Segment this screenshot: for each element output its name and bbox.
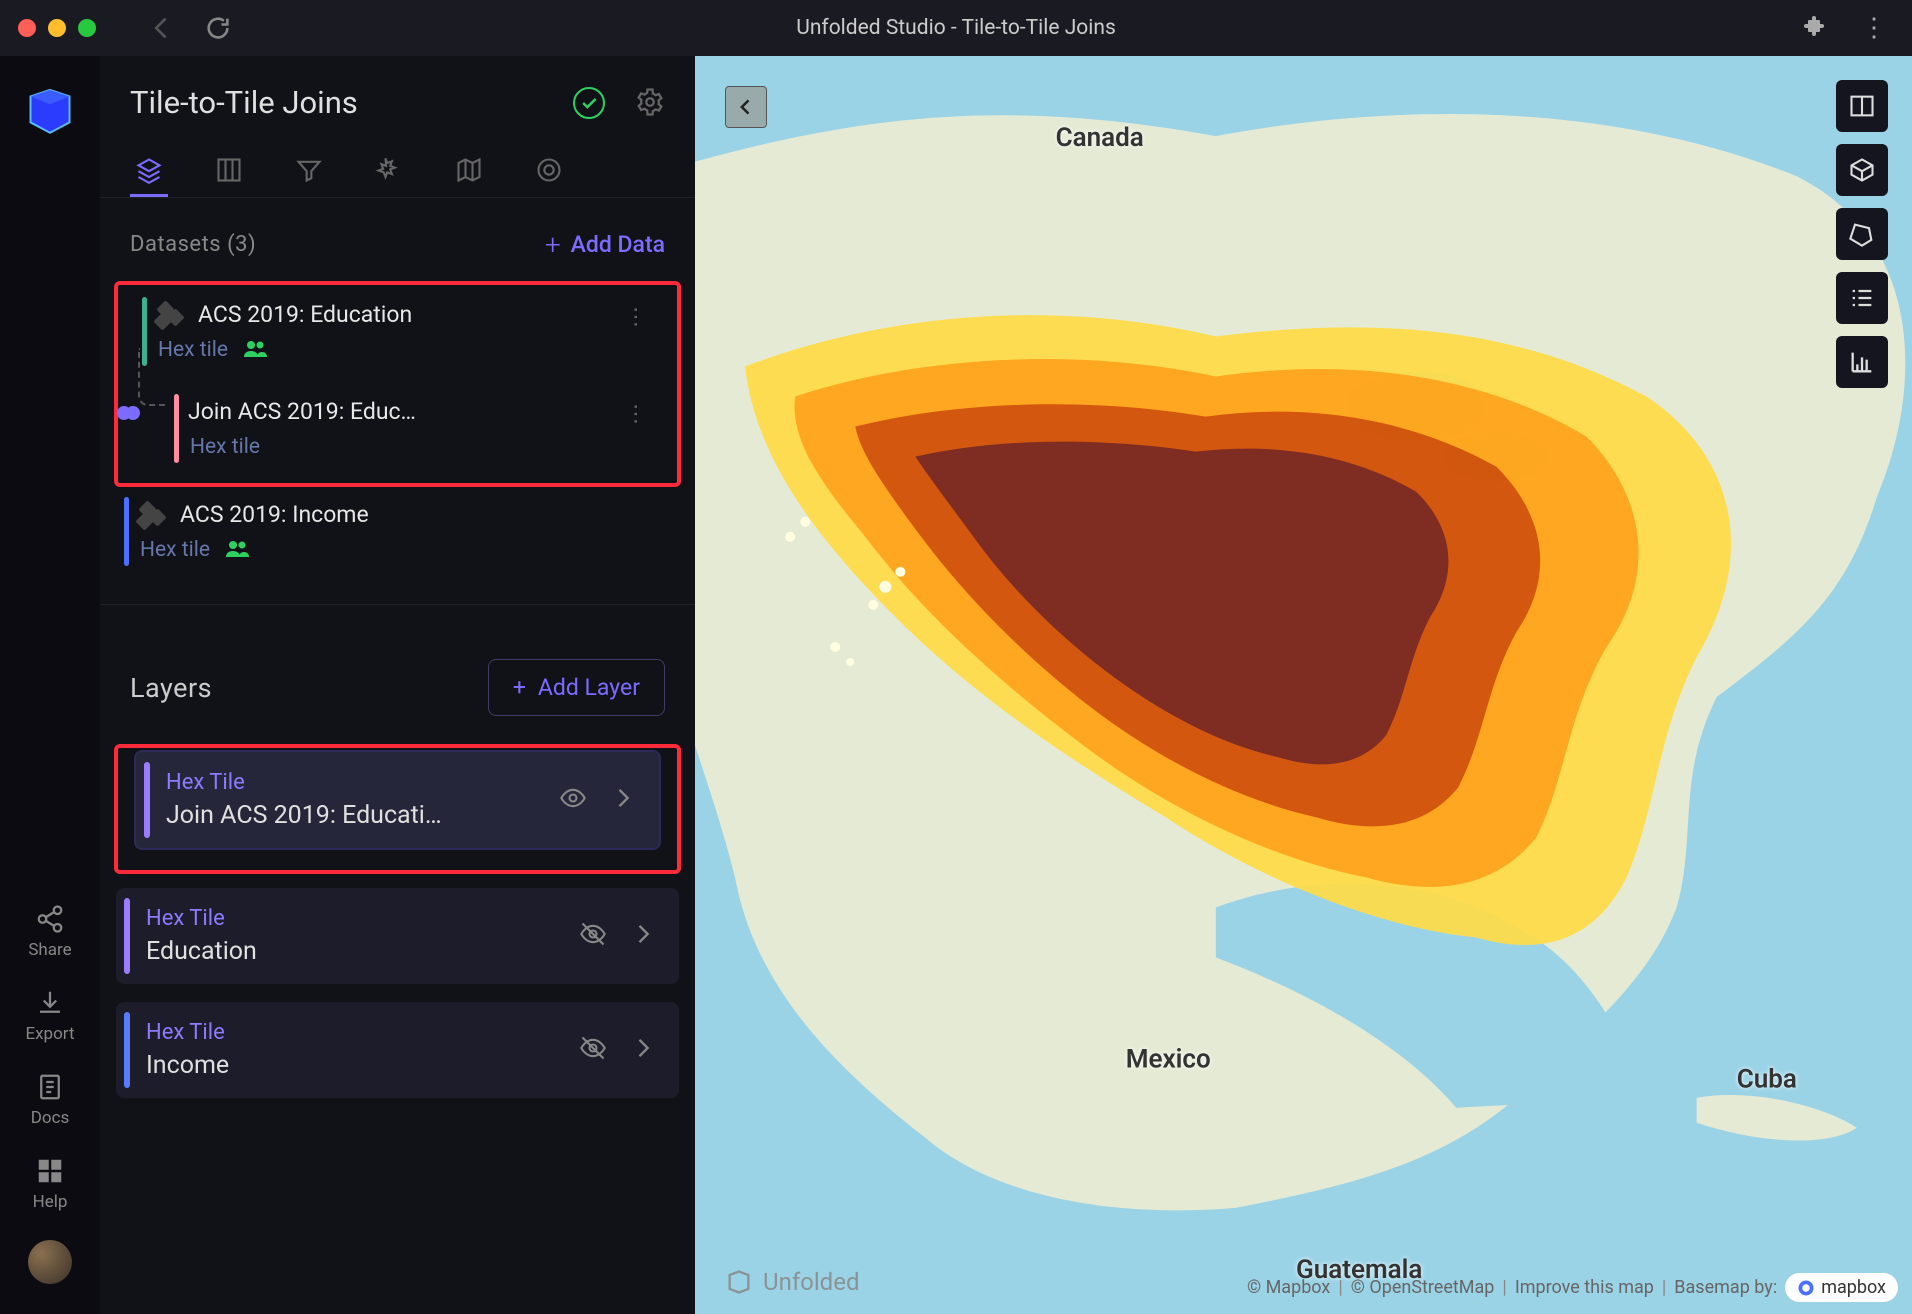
extensions-icon[interactable]	[1802, 14, 1826, 42]
more-menu-icon[interactable]: ⋮	[1861, 13, 1887, 43]
tool-legend[interactable]	[1836, 272, 1888, 324]
layer-card[interactable]: Hex Tile Join ACS 2019: Educati…	[134, 750, 661, 850]
join-indicator-icon	[122, 406, 140, 420]
map-label-cuba: Cuba	[1737, 1065, 1797, 1095]
left-rail: Share Export Docs Help	[0, 56, 100, 1314]
status-ok-icon[interactable]	[573, 87, 605, 119]
rail-docs-label: Docs	[31, 1108, 70, 1128]
tab-interactions[interactable]	[370, 145, 408, 197]
rail-docs[interactable]: Docs	[31, 1072, 70, 1128]
hextile-icon	[138, 503, 166, 527]
window-title: Unfolded Studio - Tile-to-Tile Joins	[796, 16, 1116, 40]
minimize-window-button[interactable]	[48, 19, 66, 37]
traffic-lights	[18, 19, 96, 37]
sidebar: Tile-to-Tile Joins Datasets (3) +	[100, 56, 695, 1314]
rail-share[interactable]: Share	[28, 904, 71, 960]
layers-heading: Layers	[130, 672, 212, 704]
tool-chart[interactable]	[1836, 336, 1888, 388]
map-back-button[interactable]	[725, 86, 767, 128]
add-data-button[interactable]: + Add Data	[545, 228, 665, 261]
tool-draw-polygon[interactable]	[1836, 208, 1888, 260]
dataset-card-joined[interactable]: Join ACS 2019: Educ… Hex tile ⋯	[166, 384, 661, 473]
tab-layers[interactable]	[130, 145, 168, 197]
back-button[interactable]	[148, 14, 176, 42]
rail-share-label: Share	[28, 940, 71, 960]
attr-improve[interactable]: Improve this map	[1515, 1277, 1654, 1298]
app-logo[interactable]	[24, 86, 76, 142]
chevron-right-icon[interactable]	[629, 920, 657, 952]
visibility-off-icon[interactable]	[579, 1034, 607, 1066]
tab-basemap[interactable]	[450, 145, 488, 197]
dataset-more-icon[interactable]: ⋯	[623, 403, 648, 426]
add-layer-button[interactable]: + Add Layer	[488, 659, 665, 716]
unfolded-watermark: Unfolded	[725, 1268, 859, 1296]
maximize-window-button[interactable]	[78, 19, 96, 37]
tab-columns[interactable]	[210, 145, 248, 197]
annotation-highlight-layer: Hex Tile Join ACS 2019: Educati…	[114, 744, 681, 874]
rail-export[interactable]: Export	[25, 988, 74, 1044]
rail-export-label: Export	[25, 1024, 74, 1044]
visibility-off-icon[interactable]	[579, 920, 607, 952]
reload-button[interactable]	[204, 14, 232, 42]
dataset-card[interactable]: ACS 2019: Income Hex tile	[116, 487, 679, 576]
chevron-right-icon[interactable]	[609, 784, 637, 816]
map-label-canada: Canada	[1056, 123, 1144, 153]
map-attribution: © Mapbox | © OpenStreetMap | Improve thi…	[1247, 1273, 1898, 1302]
dataset-more-icon[interactable]: ⋯	[623, 306, 648, 329]
map-label-mexico: Mexico	[1126, 1045, 1211, 1075]
rail-help[interactable]: Help	[33, 1156, 68, 1212]
mapbox-logo[interactable]: mapbox	[1785, 1273, 1898, 1302]
datasets-heading: Datasets (3)	[130, 232, 256, 257]
hextile-icon	[156, 303, 184, 327]
dataset-card[interactable]: ACS 2019: Education Hex tile ⋯	[134, 287, 661, 376]
close-window-button[interactable]	[18, 19, 36, 37]
chevron-right-icon[interactable]	[629, 1034, 657, 1066]
sidebar-tabs	[100, 145, 695, 198]
tool-3d-view[interactable]	[1836, 144, 1888, 196]
shared-icon	[226, 539, 250, 561]
map-tools	[1836, 80, 1888, 388]
attr-mapbox[interactable]: © Mapbox	[1247, 1277, 1330, 1298]
rail-help-label: Help	[33, 1192, 68, 1212]
titlebar: Unfolded Studio - Tile-to-Tile Joins ⋮	[0, 0, 1912, 56]
layer-card[interactable]: Hex Tile Income	[116, 1002, 679, 1098]
attr-osm[interactable]: © OpenStreetMap	[1351, 1277, 1495, 1298]
visibility-on-icon[interactable]	[559, 784, 587, 816]
layer-card[interactable]: Hex Tile Education	[116, 888, 679, 984]
plus-icon: +	[545, 228, 561, 261]
user-avatar[interactable]	[28, 1240, 72, 1284]
tab-query[interactable]	[530, 145, 568, 197]
map-canvas[interactable]: Canada United States Mexico Cuba Guatema…	[695, 56, 1912, 1314]
annotation-highlight-datasets: ACS 2019: Education Hex tile ⋯ Join ACS …	[114, 281, 681, 487]
attr-basemap-by: Basemap by:	[1674, 1277, 1777, 1298]
plus-icon: +	[513, 674, 526, 701]
project-title: Tile-to-Tile Joins	[130, 84, 358, 121]
tab-filters[interactable]	[290, 145, 328, 197]
shared-icon	[244, 339, 268, 361]
settings-icon[interactable]	[635, 87, 665, 117]
tool-split-view[interactable]	[1836, 80, 1888, 132]
